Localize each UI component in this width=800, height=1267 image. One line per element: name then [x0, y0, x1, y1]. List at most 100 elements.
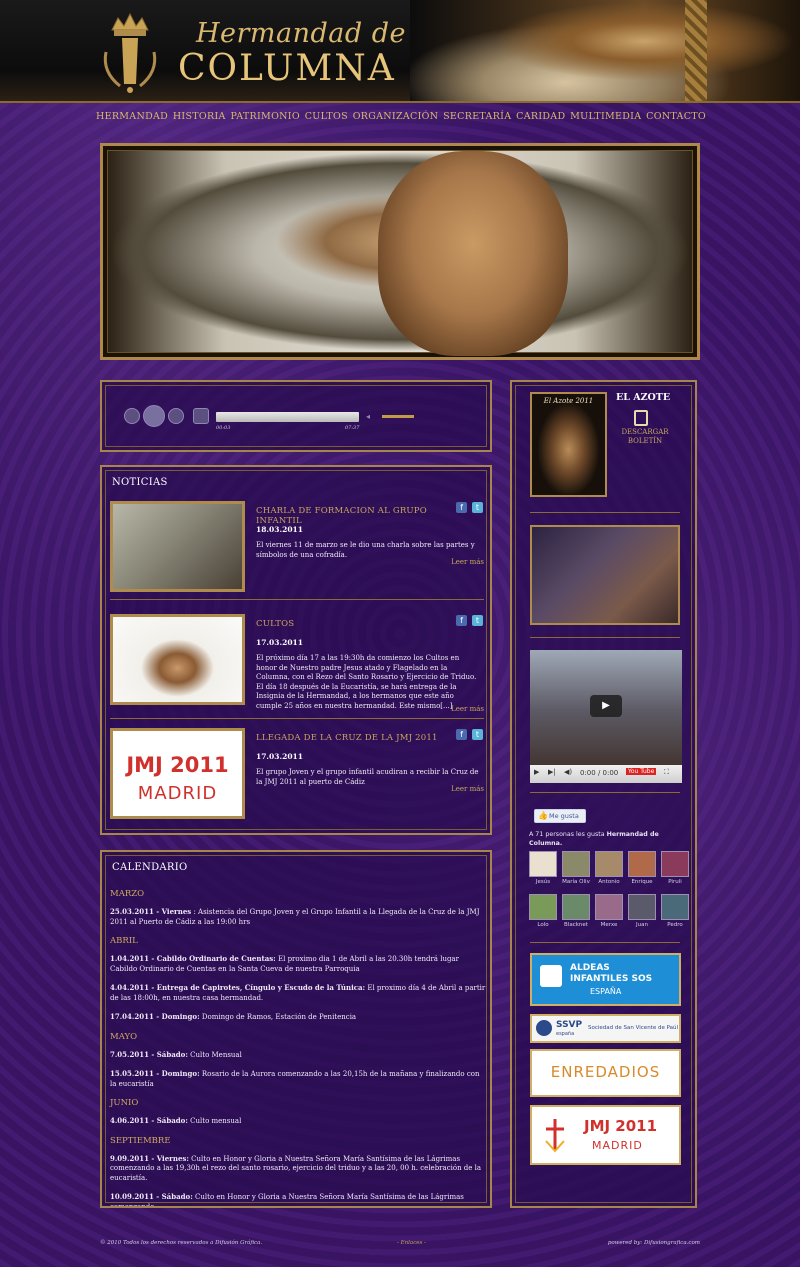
video-time: 0:00 / 0:00	[580, 769, 619, 777]
news-item-title[interactable]: CHARLA DE FORMACION AL GRUPO INFANTIL	[256, 506, 451, 526]
nav-cultos[interactable]: CULTOS	[305, 111, 348, 127]
news-item-text: El viernes 11 de marzo se le dio una cha…	[256, 541, 475, 559]
download-bulletin-link[interactable]: DESCARGAR BOLETÍN	[610, 428, 680, 446]
footer-links[interactable]: - Enlaces -	[397, 1240, 426, 1246]
calendar-heading: CALENDARIO	[112, 862, 188, 873]
fan-avatar[interactable]: Antonio	[595, 851, 623, 885]
read-more-link[interactable]: Leer más	[451, 558, 484, 566]
nav-hermandad[interactable]: HERMANDAD	[96, 111, 168, 127]
jmj-banner[interactable]: JMJ 2011 MADRID	[530, 1105, 681, 1165]
video-skip-icon[interactable]: ▶|	[548, 768, 556, 776]
fan-avatar[interactable]: María Oliv	[562, 851, 590, 885]
total-time: 07:37	[345, 425, 360, 431]
news-item-title[interactable]: LLEGADA DE LA CRUZ DE LA JMJ 2011	[256, 733, 451, 743]
news-divider	[110, 599, 484, 600]
calendar-entry: 4.06.2011 - Sábado: Culto mensual	[110, 1116, 242, 1125]
aldeas-sos-logo-icon	[540, 965, 562, 987]
hero-banner	[100, 143, 700, 360]
volume-icon[interactable]: ◂	[366, 412, 375, 421]
news-item-title[interactable]: CULTOS	[256, 619, 451, 629]
fan-avatar[interactable]: Enrique	[628, 851, 656, 885]
calendar-panel: CALENDARIO MARZO 25.03.2011 - Viernes : …	[100, 850, 492, 1208]
fan-avatar[interactable]: Piruli	[661, 851, 689, 885]
news-divider	[110, 718, 484, 719]
fan-avatar[interactable]: Pedro	[661, 894, 689, 928]
fan-avatar[interactable]: Blacknet	[562, 894, 590, 928]
footer-powered-by[interactable]: powered by: Difusiongrafica.com	[608, 1240, 700, 1246]
fan-avatar[interactable]: Juan	[628, 894, 656, 928]
nav-contacto[interactable]: CONTACTO	[646, 111, 706, 127]
gallery-photo[interactable]	[530, 525, 680, 625]
news-thumbnail[interactable]: JMJ 2011 MADRID	[110, 728, 245, 819]
fan-avatar[interactable]: Merxe	[595, 894, 623, 928]
audio-player: ◂ 00:03 07:37	[100, 380, 492, 452]
video-volume-icon[interactable]: ◀)	[564, 768, 572, 776]
fan-avatar[interactable]: Lolo	[529, 894, 557, 928]
youtube-logo[interactable]: You Tube	[626, 768, 657, 775]
twitter-share-icon[interactable]: t	[472, 615, 483, 626]
nav-multimedia[interactable]: MULTIMEDIA	[570, 111, 641, 127]
news-item-text: El grupo Joven y el grupo infantil acudi…	[256, 768, 479, 786]
news-item-date: 17.03.2011	[256, 752, 303, 761]
fan-avatar[interactable]: Jesús	[529, 851, 557, 885]
video-play-button[interactable]: ▶	[534, 768, 539, 776]
nav-organizacion[interactable]: ORGANIZACIÓN	[353, 111, 439, 127]
play-button[interactable]	[143, 405, 165, 427]
calendar-entry: 7.05.2011 - Sábado: Culto Mensual	[110, 1049, 242, 1059]
header-image	[410, 0, 800, 101]
news-item-text: El próximo día 17 a las 19:30h da comien…	[256, 654, 477, 710]
news-item-date: 17.03.2011	[256, 638, 303, 647]
facebook-share-icon[interactable]: f	[456, 729, 467, 740]
facebook-like-count: A 71 personas les gusta Hermandad de Col…	[529, 831, 659, 847]
forward-button[interactable]	[168, 408, 184, 424]
sidebar-divider	[530, 942, 680, 943]
facebook-like-button[interactable]: 👍 Me gusta	[534, 809, 586, 823]
header-rope-image	[685, 0, 707, 101]
nav-patrimonio[interactable]: PATRIMONIO	[230, 111, 299, 127]
calendar-entry: 1.04.2011 - Cabildo Ordinario de Cuentas…	[110, 954, 459, 973]
azote-cover-image[interactable]: El Azote 2011	[530, 392, 607, 497]
aldeas-sos-banner[interactable]: ALDEAS INFANTILES SOS ESPAÑA	[530, 953, 681, 1006]
facebook-share-icon[interactable]: f	[456, 615, 467, 626]
banner-image	[107, 150, 693, 356]
sidebar-divider	[530, 792, 680, 793]
video-play-icon[interactable]: ▶	[590, 695, 622, 717]
calendar-entry: 17.04.2011 - Domingo: Domingo de Ramos, …	[110, 1012, 357, 1021]
enredadios-banner[interactable]: ENREDADIOS	[530, 1049, 681, 1097]
ad-sos-line3: ESPAÑA	[590, 987, 622, 996]
virgin-face-image	[378, 151, 568, 356]
calendar-month: ABRIL	[110, 936, 138, 946]
logo-title: COLUMNA	[178, 48, 396, 89]
nav-historia[interactable]: HISTORIA	[173, 111, 226, 127]
calendar-entry: 15.05.2011 - Domingo: Rosario de la Auro…	[110, 1069, 480, 1088]
crown-crest-icon	[103, 12, 157, 93]
audio-progress-bar[interactable]	[216, 412, 359, 422]
sidebar-divider	[530, 512, 680, 513]
news-thumbnail[interactable]	[110, 501, 245, 592]
calendar-month: SEPTIEMBRE	[110, 1135, 171, 1146]
jmj-thumb-city: MADRID	[137, 783, 218, 804]
ad-ssvp-sub: españa	[556, 1031, 575, 1037]
youtube-video[interactable]: ▶ ▶ ▶| ◀) 0:00 / 0:00 You Tube ⛶	[530, 650, 682, 783]
jmj-thumb-title: JMJ 2011	[126, 753, 229, 777]
news-item: JMJ 2011 MADRID LLEGADA DE LA CRUZ DE LA…	[110, 728, 484, 822]
site-header: Hermandad de COLUMNA	[0, 0, 800, 103]
read-more-link[interactable]: Leer más	[451, 785, 484, 793]
twitter-share-icon[interactable]: t	[472, 502, 483, 513]
volume-slider[interactable]	[382, 415, 414, 418]
twitter-share-icon[interactable]: t	[472, 729, 483, 740]
fullscreen-icon[interactable]: ⛶	[664, 768, 669, 777]
calendar-month: MAYO	[110, 1031, 138, 1042]
ssvp-banner[interactable]: SSVP españa Sociedad de San Vicente de P…	[530, 1014, 681, 1043]
download-icon[interactable]	[634, 410, 648, 426]
rewind-button[interactable]	[124, 408, 140, 424]
news-item: CHARLA DE FORMACION AL GRUPO INFANTIL f …	[110, 501, 484, 595]
facebook-share-icon[interactable]: f	[456, 502, 467, 513]
nav-caridad[interactable]: CARIDAD	[516, 111, 565, 127]
news-thumbnail[interactable]	[110, 614, 245, 705]
read-more-link[interactable]: Leer más	[451, 705, 484, 713]
sidebar-panel: El Azote 2011 EL AZOTE DESCARGAR BOLETÍN…	[510, 380, 697, 1208]
sidebar-divider	[530, 637, 680, 638]
nav-secretaria[interactable]: SECRETARÍA	[443, 111, 511, 127]
stop-button[interactable]	[193, 408, 209, 424]
